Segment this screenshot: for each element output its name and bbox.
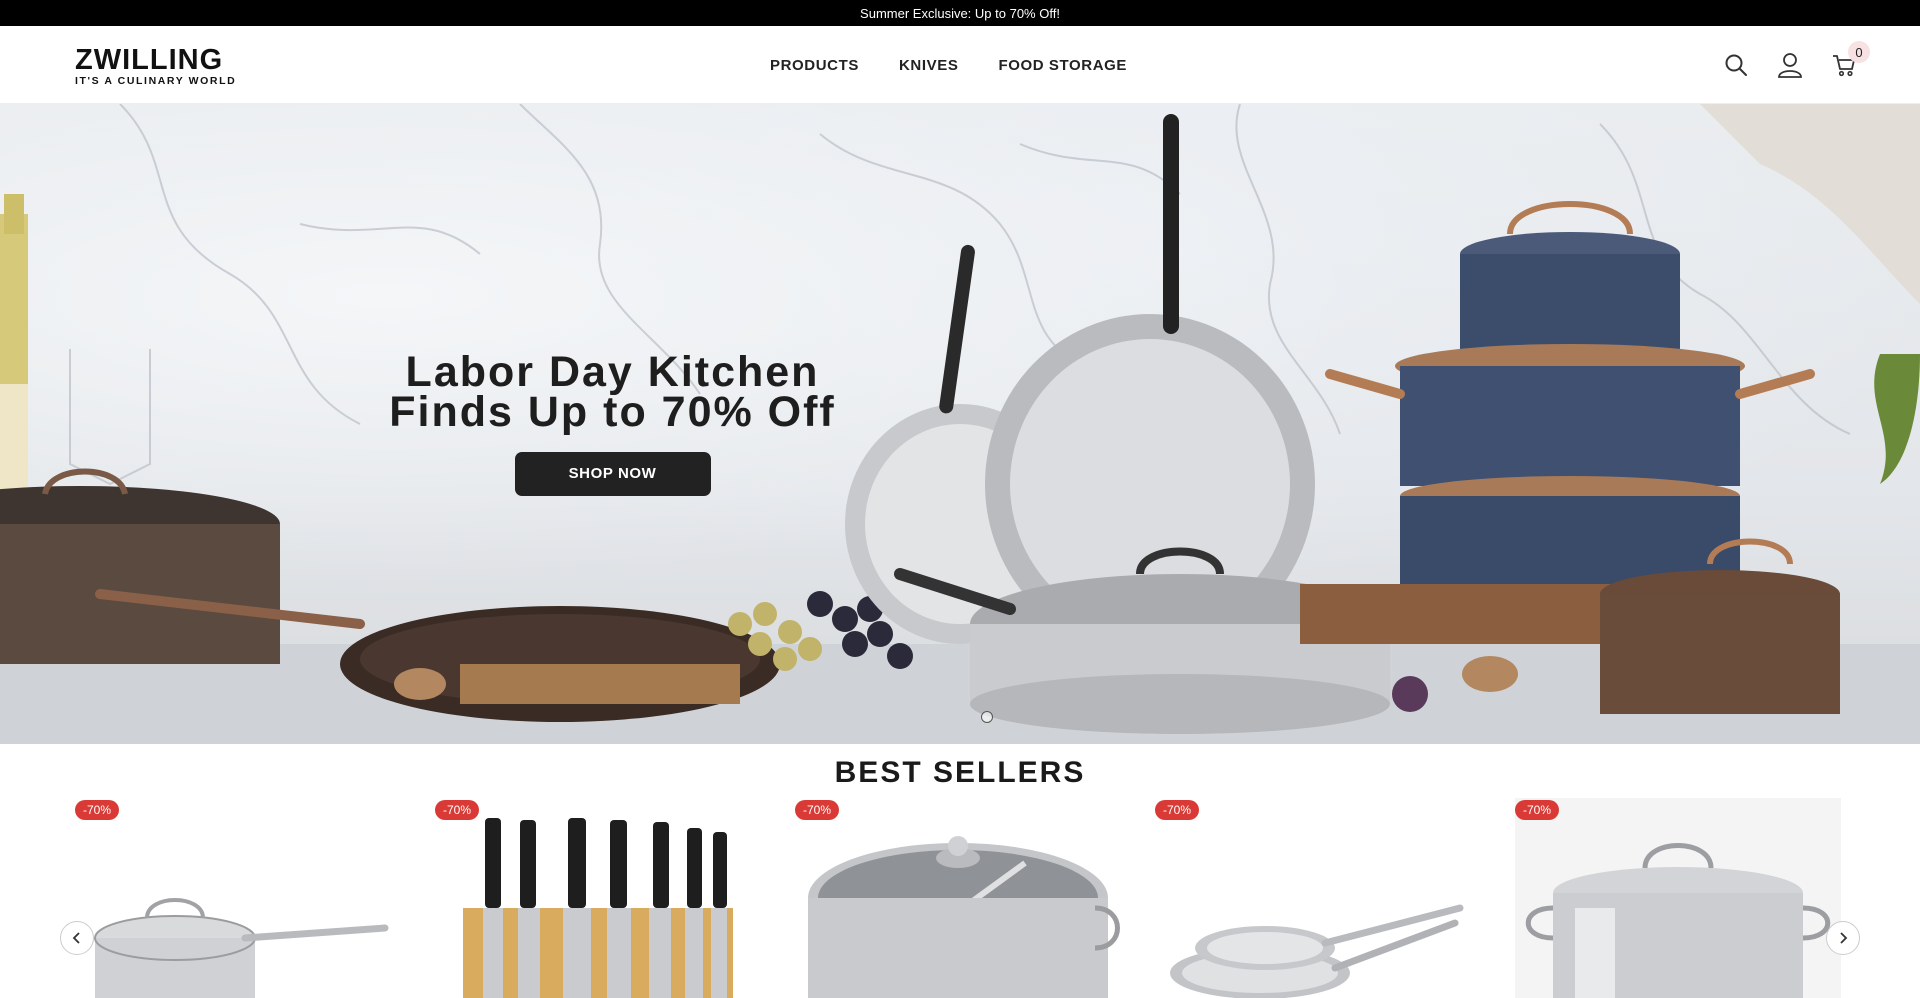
nav-item-products[interactable]: PRODUCTS [770,57,859,74]
product-image-pasta-pot [808,836,1120,998]
discount-badge: -70% [795,800,840,820]
announcement-bar: Summer Exclusive: Up to 70% Off! [0,0,1920,26]
brand-logo[interactable]: ZWILLING IT'S A CULINARY WORLD [75,44,237,88]
hero-title-line-1: Labor Day Kitchen [405,348,820,396]
discount-badge: -70% [75,800,120,820]
brand-name: ZWILLING [75,44,224,76]
carousel-next-button[interactable] [1826,921,1860,955]
product-card[interactable]: -70% [1155,798,1481,998]
product-image-fry-pans [1170,904,1464,998]
chevron-right-icon [1840,932,1848,944]
cart-count-badge: 0 [1848,41,1870,63]
chevron-left-icon [72,932,80,944]
product-card[interactable]: -70% [795,798,1121,998]
hero-title: Labor Day Kitchen Finds Up to 70% Off [380,348,845,436]
nav-item-food-storage[interactable]: FOOD STORAGE [998,57,1127,74]
discount-badge: -70% [1515,800,1560,820]
hero-title-line-2: Finds Up to 70% Off [389,388,836,436]
cart-button[interactable]: 0 [1828,41,1870,81]
product-image-knife-block [463,818,733,998]
discount-badge: -70% [435,800,480,820]
discount-badge: -70% [1155,800,1200,820]
carousel-dot[interactable] [981,711,993,723]
nav-item-knives[interactable]: KNIVES [899,57,958,74]
product-card[interactable]: -70% [1515,798,1841,998]
hero-image [0,104,1920,744]
brand-tagline: IT'S A CULINARY WORLD [75,75,237,87]
shop-now-button[interactable]: SHOP NOW [514,452,711,496]
main-nav: PRODUCTS KNIVES FOOD STORAGE [770,26,1127,104]
search-button[interactable] [1720,49,1752,81]
product-image-saucepan [94,898,389,998]
product-image-stock-pot [1515,798,1841,998]
product-carousel: -70% -70% -70% -70% -70% [75,798,1845,998]
header-icons: 0 [1720,26,1870,104]
site-header: ZWILLING IT'S A CULINARY WORLD PRODUCTS … [0,26,1920,104]
user-icon [1778,53,1802,78]
product-card[interactable]: -70% [435,798,761,998]
hero-content: Labor Day Kitchen Finds Up to 70% Off SH… [380,348,845,496]
carousel-prev-button[interactable] [60,921,94,955]
section-title: BEST SELLERS [834,756,1086,789]
account-button[interactable] [1774,49,1806,81]
search-icon [1725,54,1747,76]
hero-banner[interactable]: Labor Day Kitchen Finds Up to 70% Off SH… [0,104,1920,744]
product-card[interactable]: -70% [75,798,401,998]
announcement-text: Summer Exclusive: Up to 70% Off! [860,5,1060,21]
